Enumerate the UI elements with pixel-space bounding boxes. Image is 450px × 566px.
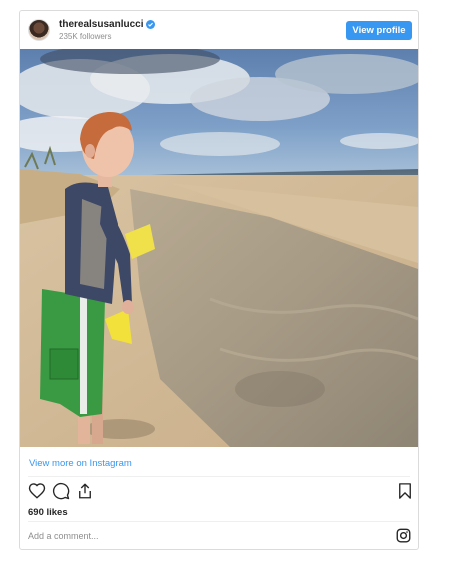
beach-photo (20, 49, 418, 447)
share-icon[interactable] (76, 482, 94, 500)
post-header: therealsusanlucci 235K followers View pr… (20, 11, 418, 49)
comment-icon[interactable] (52, 482, 70, 500)
add-comment-field[interactable]: Add a comment... (28, 531, 99, 541)
bookmark-icon[interactable] (396, 482, 414, 500)
view-more-link[interactable]: View more on Instagram (29, 458, 132, 469)
username[interactable]: therealsusanlucci (59, 19, 143, 30)
follower-count: 235K followers (59, 32, 112, 41)
instagram-embed: therealsusanlucci 235K followers View pr… (19, 10, 419, 550)
divider (28, 476, 410, 477)
heart-icon[interactable] (28, 482, 46, 500)
verified-badge-icon (146, 20, 156, 29)
instagram-logo-icon[interactable] (396, 528, 411, 543)
like-count[interactable]: 690 likes (28, 507, 68, 518)
post-actions (26, 482, 416, 504)
post-photo[interactable] (20, 49, 418, 447)
divider (28, 521, 410, 522)
view-profile-button[interactable]: View profile (346, 21, 412, 40)
avatar[interactable] (28, 19, 50, 41)
username-row: therealsusanlucci (59, 19, 156, 30)
